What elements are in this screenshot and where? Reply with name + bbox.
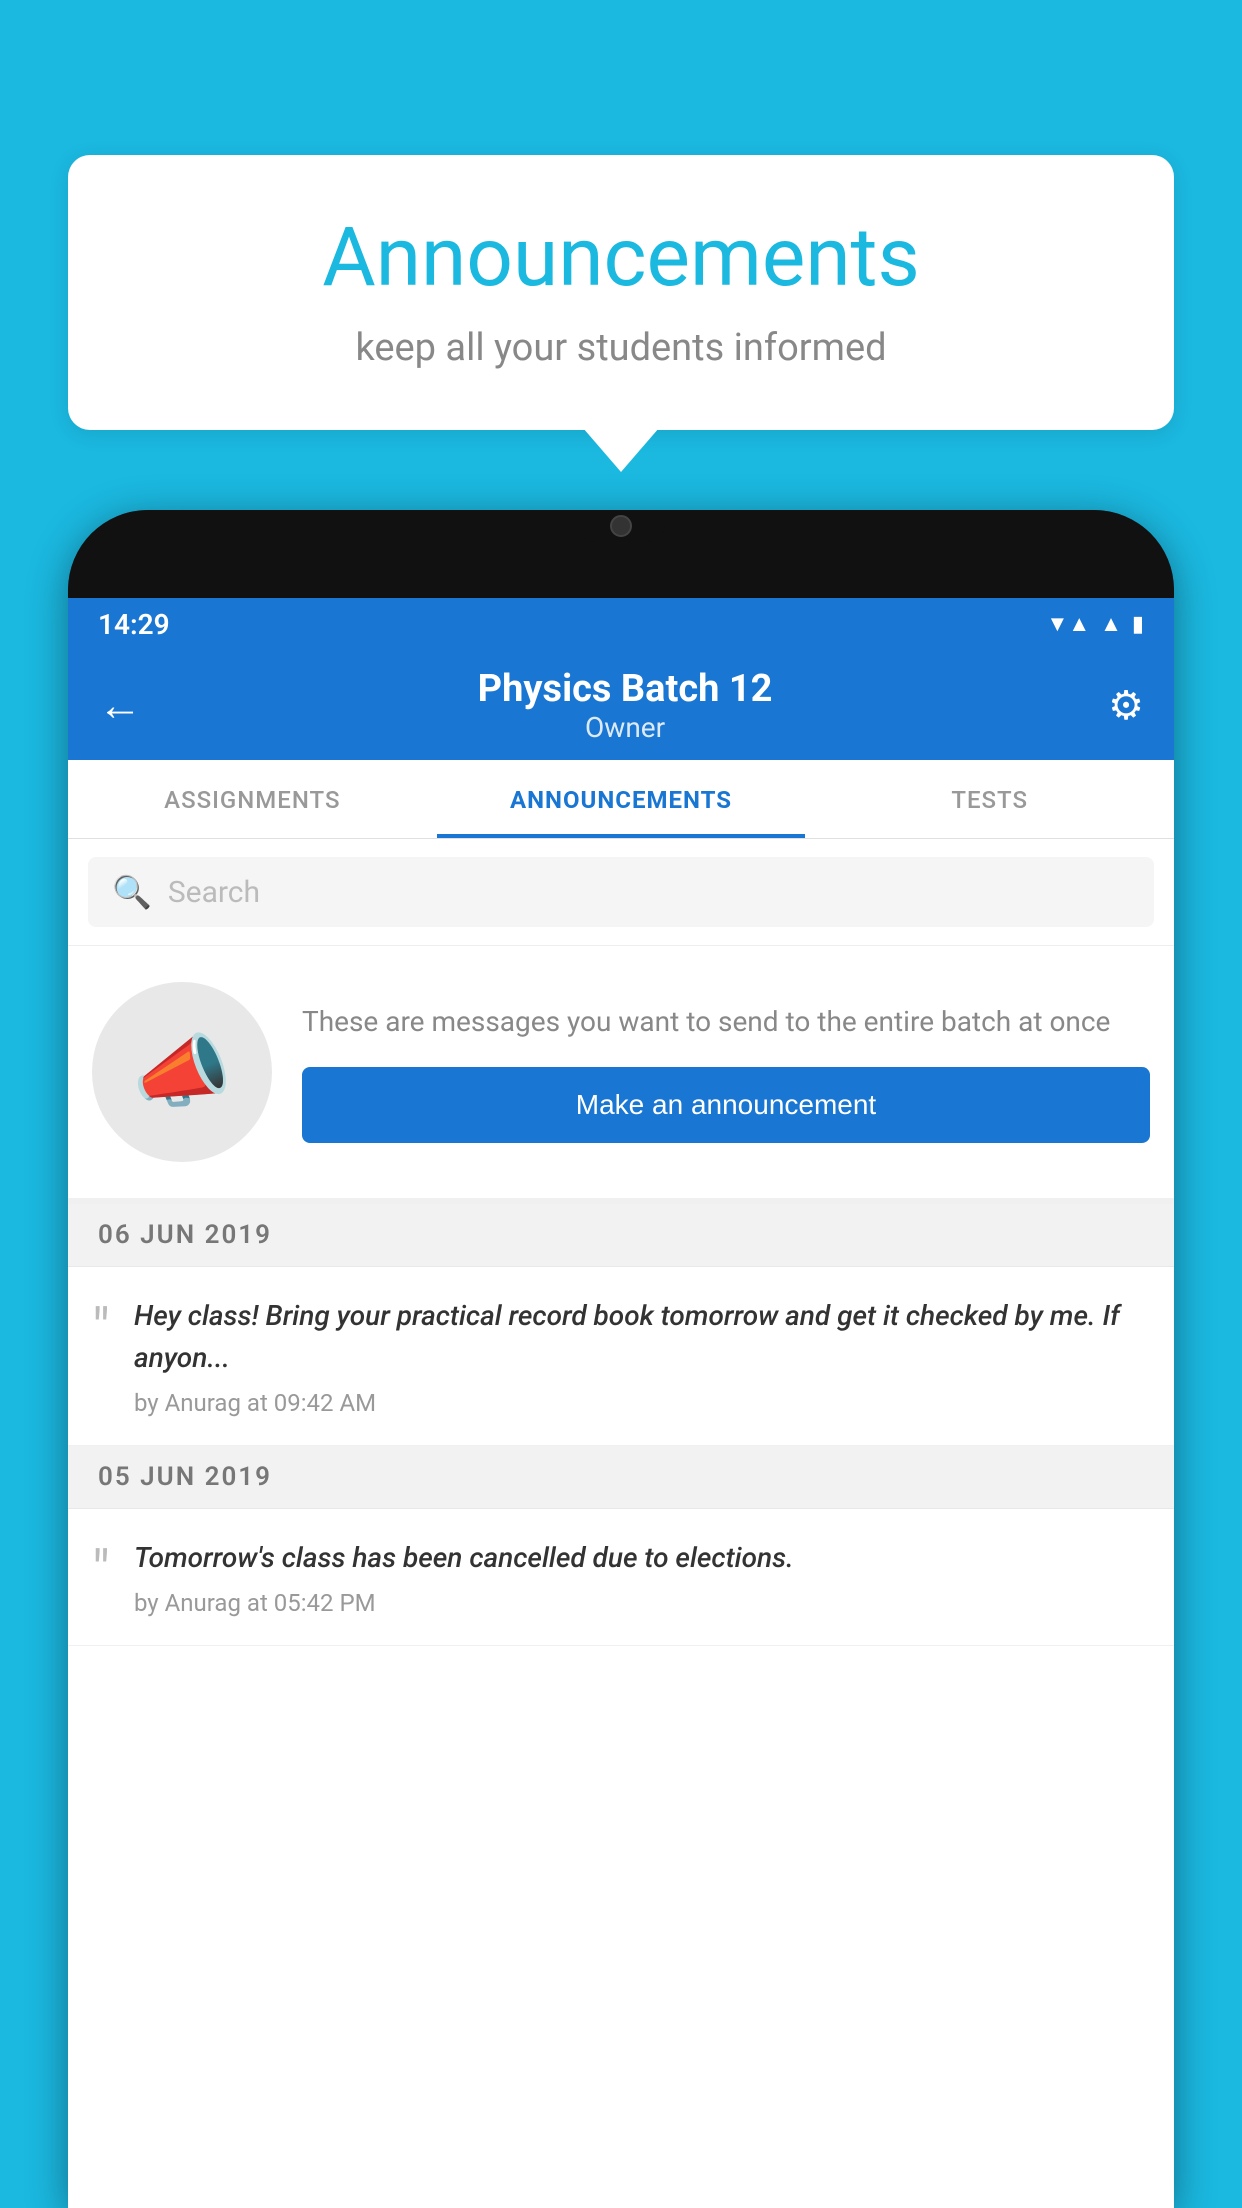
wifi-icon: ▼▲ [1047, 611, 1091, 637]
tab-tests[interactable]: TESTS [805, 760, 1174, 838]
back-button[interactable]: ← [98, 679, 142, 731]
announcement-item-1[interactable]: " Hey class! Bring your practical record… [68, 1267, 1174, 1446]
announcement-description: These are messages you want to send to t… [302, 1001, 1150, 1043]
tab-announcements[interactable]: ANNOUNCEMENTS [437, 760, 806, 838]
tab-bar: ASSIGNMENTS ANNOUNCEMENTS TESTS [68, 760, 1174, 839]
status-bar: 14:29 ▼▲ ▲ ▮ [68, 598, 1174, 650]
date-separator-2: 05 JUN 2019 [68, 1446, 1174, 1509]
speech-bubble-container: Announcements keep all your students inf… [68, 155, 1174, 430]
announcement-icon-circle: 📣 [92, 982, 272, 1162]
app-header: ← Physics Batch 12 Owner ⚙ [68, 650, 1174, 760]
quote-icon-2: " [92, 1543, 110, 1599]
phone-inner: 14:29 ▼▲ ▲ ▮ ← Physics Batch 12 Owner ⚙ … [68, 598, 1174, 2208]
announcement-text-2: Tomorrow's class has been cancelled due … [134, 1537, 1150, 1579]
phone-mockup: 14:29 ▼▲ ▲ ▮ ← Physics Batch 12 Owner ⚙ … [68, 510, 1174, 2208]
header-center: Physics Batch 12 Owner [142, 667, 1108, 744]
announcement-content-1: Hey class! Bring your practical record b… [134, 1295, 1150, 1417]
date-separator-1: 06 JUN 2019 [68, 1204, 1174, 1267]
status-icons: ▼▲ ▲ ▮ [1047, 611, 1144, 637]
speech-bubble-title: Announcements [128, 210, 1114, 306]
battery-icon: ▮ [1132, 612, 1144, 637]
phone-camera [610, 515, 632, 537]
search-bar[interactable]: 🔍 Search [88, 857, 1154, 927]
make-announcement-button[interactable]: Make an announcement [302, 1067, 1150, 1143]
speech-bubble: Announcements keep all your students inf… [68, 155, 1174, 430]
phone-top-bar [68, 510, 1174, 598]
search-icon: 🔍 [112, 873, 152, 911]
announcement-prompt: 📣 These are messages you want to send to… [68, 946, 1174, 1204]
tab-assignments[interactable]: ASSIGNMENTS [68, 760, 437, 838]
megaphone-icon: 📣 [132, 1025, 232, 1119]
header-subtitle: Owner [142, 711, 1108, 744]
signal-icon: ▲ [1100, 611, 1122, 637]
search-container: 🔍 Search [68, 839, 1174, 946]
speech-bubble-subtitle: keep all your students informed [128, 326, 1114, 370]
phone-notch [576, 510, 666, 542]
status-time: 14:29 [98, 608, 170, 641]
settings-button[interactable]: ⚙ [1108, 682, 1144, 729]
announcement-item-2[interactable]: " Tomorrow's class has been cancelled du… [68, 1509, 1174, 1646]
announcement-content-2: Tomorrow's class has been cancelled due … [134, 1537, 1150, 1617]
announcement-text-1: Hey class! Bring your practical record b… [134, 1295, 1150, 1379]
quote-icon-1: " [92, 1301, 110, 1357]
announcement-meta-1: by Anurag at 09:42 AM [134, 1389, 1150, 1417]
header-title: Physics Batch 12 [142, 667, 1108, 711]
app-content: 🔍 Search 📣 These are messages you want t… [68, 839, 1174, 2208]
announcement-right: These are messages you want to send to t… [302, 1001, 1150, 1143]
announcement-meta-2: by Anurag at 05:42 PM [134, 1589, 1150, 1617]
search-placeholder: Search [168, 875, 260, 910]
